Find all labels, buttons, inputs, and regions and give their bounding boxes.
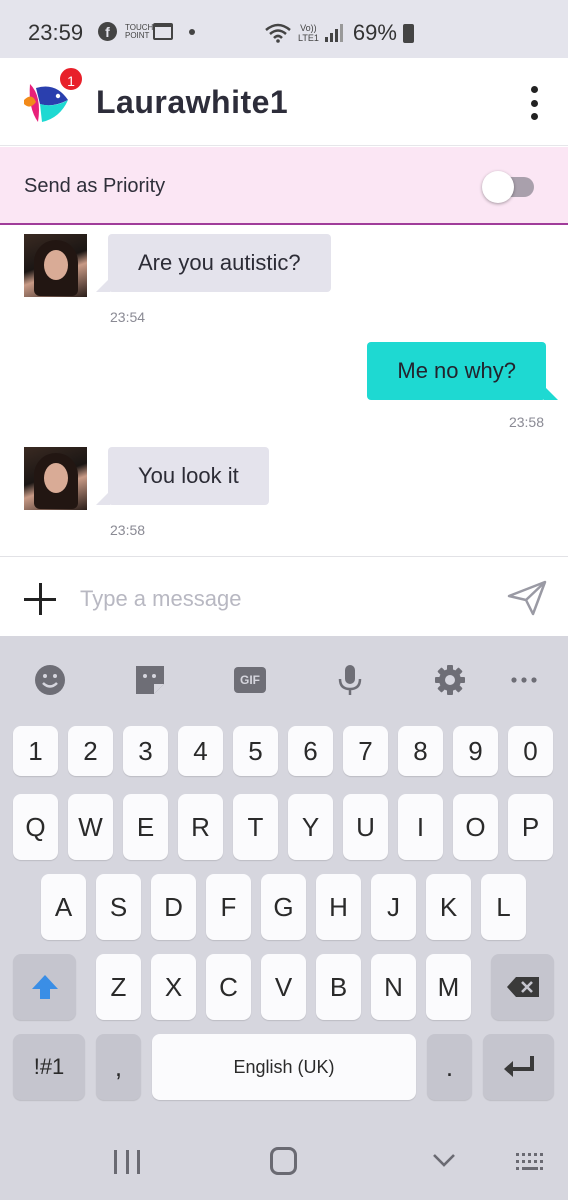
shift-arrow-icon [31,975,58,999]
composer [0,556,568,636]
keyboard: GIF 1 2 3 4 5 6 7 8 9 0 Q W E R T Y U I … [0,636,568,1126]
status-bar: 23:59 f TOUCH POINT Vo)) LTE1 69% [0,0,568,58]
space-key[interactable]: English (UK) [152,1034,416,1100]
key-m[interactable]: M [426,954,471,1020]
key-z[interactable]: Z [96,954,141,1020]
more-icon[interactable] [508,664,540,696]
plus-icon[interactable] [24,583,56,615]
battery-icon [402,23,414,43]
key-u[interactable]: U [343,794,388,860]
symbols-key[interactable]: !#1 [13,1034,85,1100]
message-input[interactable] [80,581,480,617]
key-s[interactable]: S [96,874,141,940]
calendar-icon [153,23,173,40]
keyboard-switch-icon[interactable] [514,1150,546,1174]
key-v[interactable]: V [261,954,306,1020]
message-time: 23:58 [110,522,146,538]
backspace-key[interactable] [491,954,554,1020]
key-3[interactable]: 3 [123,726,168,776]
key-0[interactable]: 0 [508,726,553,776]
emoji-icon[interactable] [34,664,66,696]
key-h[interactable]: H [316,874,361,940]
key-6[interactable]: 6 [288,726,333,776]
dot-icon [189,28,195,35]
lte-label: LTE1 [298,33,319,43]
signal-icon [324,24,343,42]
enter-key[interactable] [483,1034,554,1100]
shift-key[interactable] [13,954,76,1020]
avatar[interactable] [24,234,87,297]
notification-badge: 1 [58,66,84,92]
period-key[interactable]: . [427,1034,472,1100]
recent-apps-icon[interactable] [114,1150,140,1174]
comma-key[interactable]: , [96,1034,141,1100]
key-n[interactable]: N [371,954,416,1020]
key-r[interactable]: R [178,794,223,860]
key-x[interactable]: X [151,954,196,1020]
key-c[interactable]: C [206,954,251,1020]
key-l[interactable]: L [481,874,526,940]
message-bubble-incoming[interactable]: You look it [96,447,269,505]
send-icon[interactable] [506,579,548,617]
message-list[interactable]: Are you autistic? 23:54 Me no why? 23:58… [0,226,568,556]
key-w[interactable]: W [68,794,113,860]
status-time: 23:59 [28,20,84,45]
key-5[interactable]: 5 [233,726,278,776]
gif-icon[interactable]: GIF [234,664,266,696]
key-t[interactable]: T [233,794,278,860]
contact-name[interactable]: Laurawhite1 [96,84,288,121]
key-8[interactable]: 8 [398,726,443,776]
key-d[interactable]: D [151,874,196,940]
volte-label: Vo)) [300,23,317,33]
gif-label: GIF [234,667,266,693]
key-4[interactable]: 4 [178,726,223,776]
priority-label: Send as Priority [24,175,166,197]
home-icon[interactable] [270,1147,297,1175]
status-icons-right: Vo)) LTE1 69% [264,20,414,46]
touch-point-icon: TOUCH POINT [125,22,154,40]
sticker-icon[interactable] [134,664,166,696]
key-1[interactable]: 1 [13,726,58,776]
key-p[interactable]: P [508,794,553,860]
key-q[interactable]: Q [13,794,58,860]
key-7[interactable]: 7 [343,726,388,776]
microphone-icon[interactable] [334,664,366,696]
key-k[interactable]: K [426,874,471,940]
wifi-icon [265,23,291,43]
kebab-menu-icon[interactable] [522,86,546,120]
key-j[interactable]: J [371,874,416,940]
key-b[interactable]: B [316,954,361,1020]
chat-header: 1 Laurawhite1 [0,58,568,146]
priority-toggle[interactable] [482,171,534,203]
navigation-bar [0,1126,568,1200]
message-bubble-outgoing[interactable]: Me no why? [367,342,558,400]
key-e[interactable]: E [123,794,168,860]
enter-icon [503,1056,534,1077]
key-f[interactable]: F [206,874,251,940]
message-bubble-incoming[interactable]: Are you autistic? [96,234,331,292]
key-a[interactable]: A [41,874,86,940]
keyboard-toolbar: GIF [0,636,568,724]
key-y[interactable]: Y [288,794,333,860]
key-o[interactable]: O [453,794,498,860]
settings-icon[interactable] [434,664,466,696]
avatar[interactable] [24,447,87,510]
key-g[interactable]: G [261,874,306,940]
toggle-knob [482,171,514,203]
facebook-icon: f [98,22,117,41]
priority-bar: Send as Priority [0,147,568,225]
key-i[interactable]: I [398,794,443,860]
backspace-icon [506,977,539,997]
battery-percent: 69% [352,20,397,45]
message-time: 23:54 [110,309,146,325]
key-9[interactable]: 9 [453,726,498,776]
key-2[interactable]: 2 [68,726,113,776]
message-time: 23:58 [508,414,544,430]
volte-lte-icon: Vo)) LTE1 [298,23,319,43]
chevron-down-icon[interactable] [432,1148,456,1172]
status-icons-left: f TOUCH POINT [98,22,195,41]
